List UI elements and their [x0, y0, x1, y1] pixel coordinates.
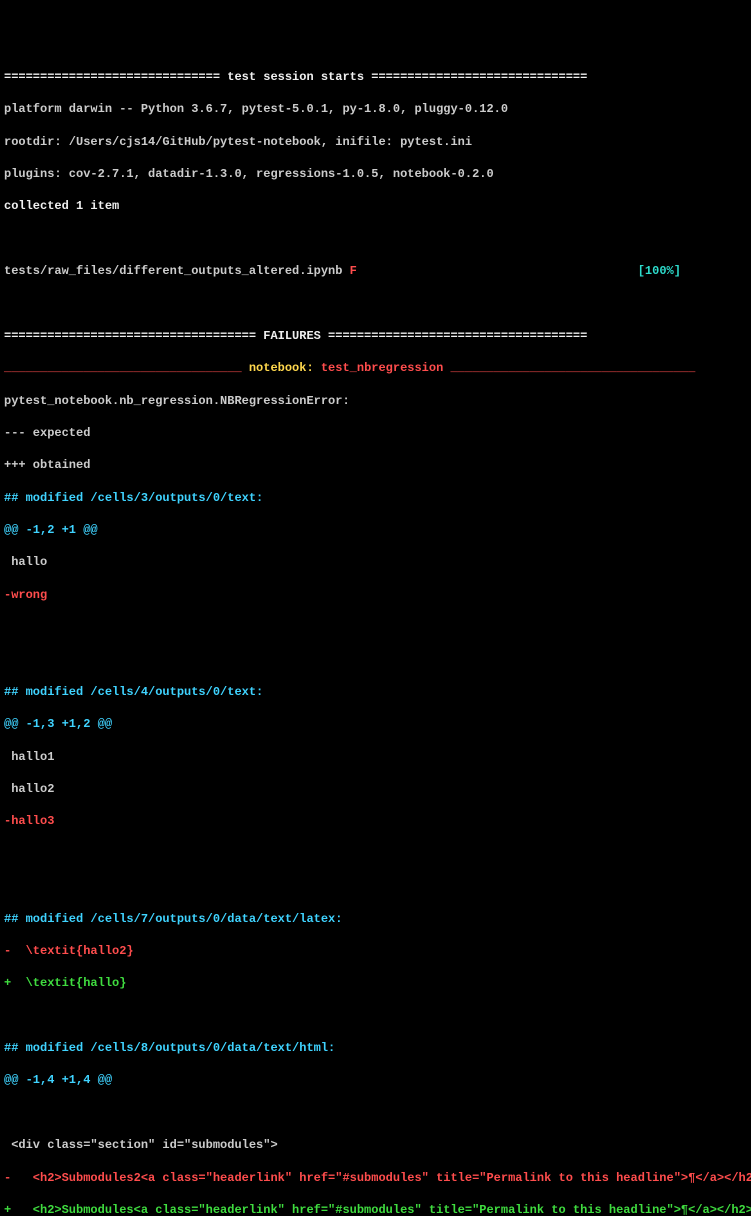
- diff-hunk: @@ -1,2 +1 @@: [4, 522, 747, 538]
- diff-section-header: ## modified /cells/8/outputs/0/data/text…: [4, 1040, 747, 1056]
- plugins-line: plugins: cov-2.7.1, datadir-1.3.0, regre…: [4, 166, 747, 182]
- diff-removed: -wrong: [4, 587, 747, 603]
- blank: [4, 1008, 747, 1024]
- session-header: ============================== test sess…: [4, 69, 747, 85]
- spacer: [357, 264, 638, 278]
- blank: [4, 652, 747, 668]
- blank: [4, 295, 747, 311]
- blank: [4, 619, 747, 635]
- diff-section-header: ## modified /cells/7/outputs/0/data/text…: [4, 911, 747, 927]
- diff-context: hallo: [4, 554, 747, 570]
- rootdir-line: rootdir: /Users/cjs14/GitHub/pytest-note…: [4, 134, 747, 150]
- diff-obtained: +++ obtained: [4, 457, 747, 473]
- diff-context: <div class="section" id="submodules">: [4, 1137, 747, 1153]
- platform-line: platform darwin -- Python 3.6.7, pytest-…: [4, 101, 747, 117]
- collected-line: collected 1 item: [4, 198, 747, 214]
- diff-added: + <h2>Submodules<a class="headerlink" hr…: [4, 1202, 747, 1216]
- test-run-line: tests/raw_files/different_outputs_altere…: [4, 263, 747, 279]
- notebook-line: _________________________________ notebo…: [4, 360, 747, 376]
- blank: [4, 878, 747, 894]
- diff-context: hallo1: [4, 749, 747, 765]
- diff-expected: --- expected: [4, 425, 747, 441]
- blank: [4, 231, 747, 247]
- notebook-label: notebook:: [249, 361, 321, 375]
- failures-header: =================================== FAIL…: [4, 328, 747, 344]
- diff-hunk: @@ -1,4 +1,4 @@: [4, 1072, 747, 1088]
- diff-section-header: ## modified /cells/3/outputs/0/text:: [4, 490, 747, 506]
- diff-removed: -hallo3: [4, 813, 747, 829]
- progress-percent: [100%]: [638, 264, 681, 278]
- test-result-fail: F: [350, 264, 357, 278]
- error-class: pytest_notebook.nb_regression.NBRegressi…: [4, 393, 747, 409]
- blank: [4, 1105, 747, 1121]
- diff-added: + \textit{hallo}: [4, 975, 747, 991]
- blank: [4, 846, 747, 862]
- diff-hunk: @@ -1,3 +1,2 @@: [4, 716, 747, 732]
- notebook-name: test_nbregression: [321, 361, 443, 375]
- underscore-right: __________________________________: [443, 361, 695, 375]
- test-path: tests/raw_files/different_outputs_altere…: [4, 264, 350, 278]
- diff-removed: - <h2>Submodules2<a class="headerlink" h…: [4, 1170, 747, 1186]
- diff-section-header: ## modified /cells/4/outputs/0/text:: [4, 684, 747, 700]
- diff-context: hallo2: [4, 781, 747, 797]
- underscore-left: _________________________________: [4, 361, 249, 375]
- diff-removed: - \textit{hallo2}: [4, 943, 747, 959]
